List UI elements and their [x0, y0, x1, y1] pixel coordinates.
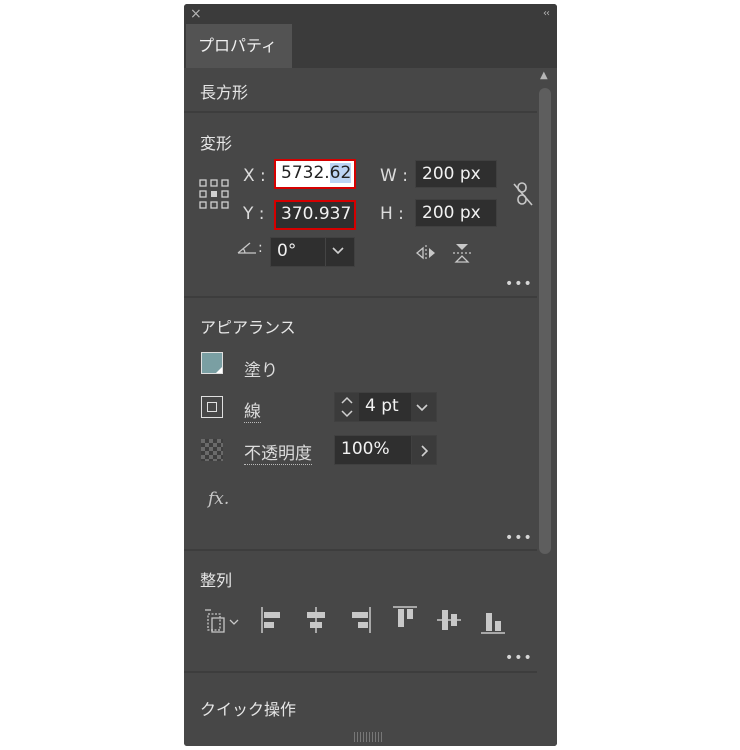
divider [325, 238, 326, 266]
align-section-title: 整列 [200, 571, 233, 590]
align-vertical-center-icon[interactable] [436, 605, 462, 635]
width-input[interactable]: 200 px [415, 160, 497, 188]
opacity-expand-button[interactable] [411, 435, 437, 465]
chevron-down-icon[interactable] [415, 402, 429, 414]
align-right-icon[interactable] [348, 605, 372, 635]
align-to-selection-icon[interactable] [204, 608, 242, 634]
x-input[interactable]: 5732.62 [274, 159, 356, 189]
divider [184, 111, 537, 113]
swatch-corner-icon [216, 367, 222, 373]
chevron-right-icon [421, 445, 429, 457]
appearance-more-options[interactable]: ••• [505, 530, 533, 546]
y-input[interactable]: 370.937 [274, 200, 356, 230]
angle-colon: : [258, 240, 263, 256]
opacity-checker-icon [201, 439, 223, 461]
opacity-label[interactable]: 不透明度 [244, 439, 312, 465]
transform-more-options[interactable]: ••• [505, 276, 533, 292]
divider [184, 296, 537, 298]
properties-panel: × ‹‹ プロパティ ▲ 長方形 変形 X : 5732.62 Y : 370.… [184, 4, 557, 746]
close-icon[interactable]: × [190, 5, 202, 23]
tab-properties[interactable]: プロパティ [186, 24, 292, 68]
object-type-label: 長方形 [200, 83, 249, 102]
align-horizontal-center-icon[interactable] [304, 605, 328, 635]
fill-swatch[interactable] [201, 352, 223, 374]
chevron-down-icon[interactable] [331, 245, 345, 257]
reference-point-icon[interactable] [199, 179, 229, 209]
align-left-icon[interactable] [260, 605, 284, 635]
stroke-label[interactable]: 線 [244, 397, 261, 423]
height-input[interactable]: 200 px [415, 199, 497, 227]
divider [184, 549, 537, 551]
align-top-icon[interactable] [392, 605, 418, 635]
stroke-swatch-inner [207, 402, 217, 412]
divider [184, 671, 537, 673]
flip-horizontal-icon[interactable] [414, 244, 438, 262]
x-value-selection: 62 [329, 163, 352, 183]
scroll-up-icon[interactable]: ▲ [540, 70, 548, 81]
w-label: W : [380, 166, 408, 186]
x-label: X : [243, 166, 266, 186]
stroke-stepper-icon[interactable] [339, 394, 355, 420]
stroke-swatch[interactable] [201, 396, 223, 418]
fx-effects-button[interactable]: fx. [208, 489, 229, 509]
scrollbar-thumb[interactable] [539, 88, 551, 554]
collapse-panel-icon[interactable]: ‹‹ [543, 6, 550, 22]
angle-icon [237, 242, 256, 254]
panel-title-bar: × ‹‹ [184, 4, 557, 24]
h-label: H : [380, 204, 404, 224]
fill-label[interactable]: 塗り [244, 356, 278, 381]
constrain-proportions-icon[interactable] [511, 180, 537, 208]
align-more-options[interactable]: ••• [505, 650, 533, 666]
opacity-input[interactable]: 100% [334, 435, 412, 465]
angle-value: 0° [277, 241, 297, 261]
tab-strip: プロパティ [184, 24, 557, 68]
transform-section-title: 変形 [200, 134, 233, 153]
quick-actions-section-title: クイック操作 [200, 700, 297, 719]
x-value-text: 5732. [281, 163, 330, 183]
stroke-weight-input[interactable]: 4 pt [359, 393, 411, 421]
y-label: Y : [243, 204, 265, 224]
resize-handle[interactable] [354, 732, 384, 742]
flip-vertical-icon[interactable] [452, 242, 472, 264]
appearance-section-title: アピアランス [200, 318, 296, 337]
align-bottom-icon[interactable] [480, 605, 506, 635]
